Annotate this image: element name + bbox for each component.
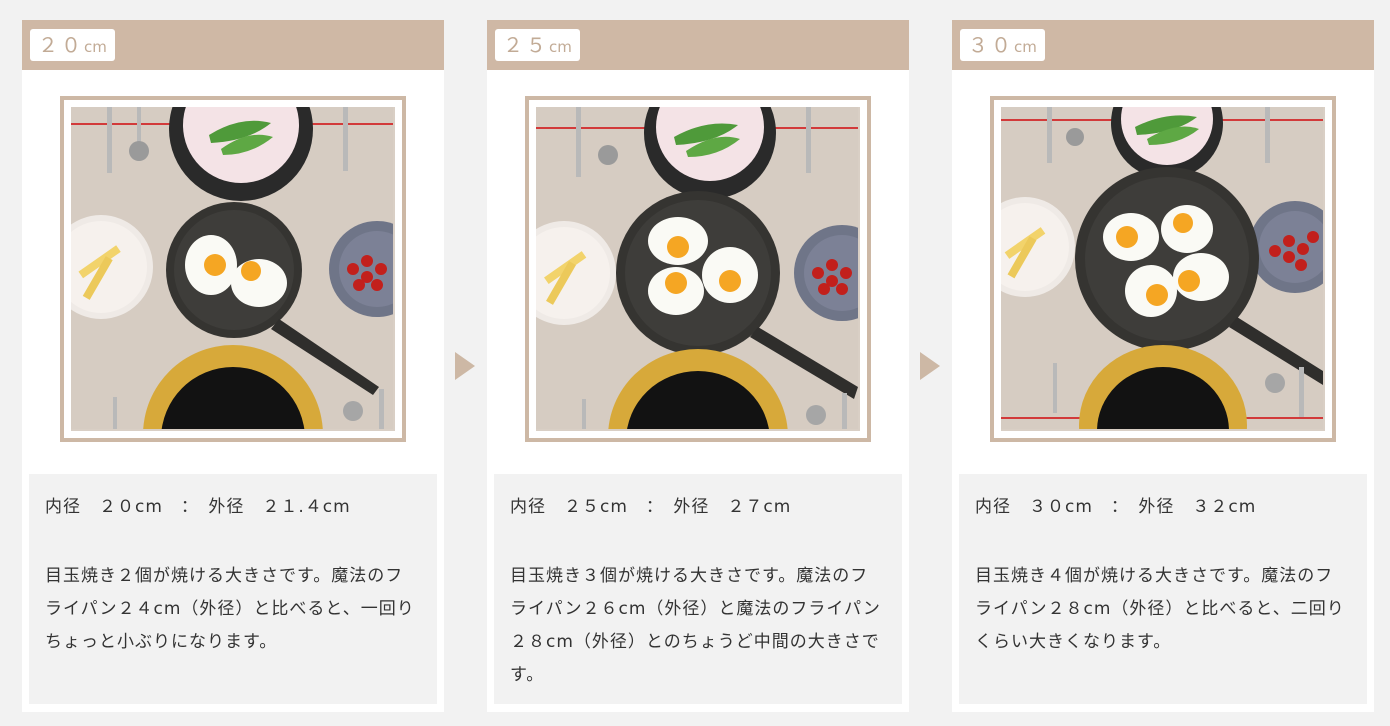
arrow-right-icon bbox=[920, 352, 940, 380]
fry-pan-table-image bbox=[71, 107, 395, 431]
product-photo bbox=[71, 107, 395, 431]
fry-pan-table-image bbox=[1001, 107, 1325, 431]
product-photo bbox=[1001, 107, 1325, 431]
size-number: ２５ bbox=[503, 33, 549, 57]
dimension-text: 内径 ２５cm ： 外径 ２７cm bbox=[510, 497, 792, 517]
dimension-text: 内径 ３０cm ： 外径 ３２cm bbox=[975, 497, 1257, 517]
size-card-25: ２５cm 内径 ２５cm ： 外径 ２７cm 目玉焼き３個が焼ける大きさです。魔… bbox=[487, 20, 909, 712]
description-text: 目玉焼き３個が焼ける大きさです。魔法のフライパン２６cm（外径）と魔法のフライパ… bbox=[510, 566, 881, 685]
card-header: ２０cm bbox=[22, 20, 444, 70]
size-info: 内径 ２５cm ： 外径 ２７cm 目玉焼き３個が焼ける大きさです。魔法のフライ… bbox=[494, 474, 902, 704]
description-text: 目玉焼き４個が焼ける大きさです。魔法のフライパン２８cm（外径）と比べると、二回… bbox=[975, 566, 1345, 652]
product-photo-frame bbox=[525, 96, 871, 442]
arrow-right-icon bbox=[455, 352, 475, 380]
size-unit: cm bbox=[549, 38, 572, 56]
size-unit: cm bbox=[1014, 38, 1037, 56]
size-label: ３０cm bbox=[960, 29, 1045, 61]
size-card-20: ２０cm 内径 ２０cm ： 外径 ２１.４cm 目玉焼き２個が焼ける大きさです… bbox=[22, 20, 444, 712]
size-label: ２５cm bbox=[495, 29, 580, 61]
description-text: 目玉焼き２個が焼ける大きさです。魔法のフライパン２４cm（外径）と比べると、一回… bbox=[45, 566, 415, 652]
product-photo bbox=[536, 107, 860, 431]
dimension-text: 内径 ２０cm ： 外径 ２１.４cm bbox=[45, 497, 351, 517]
size-number: ２０ bbox=[38, 33, 84, 57]
size-card-30: ３０cm 内径 ３０cm ： 外径 ３２cm 目玉焼き４個が焼ける大きさです。魔… bbox=[952, 20, 1374, 712]
size-number: ３０ bbox=[968, 33, 1014, 57]
fry-pan-table-image bbox=[536, 107, 860, 431]
size-info: 内径 ２０cm ： 外径 ２１.４cm 目玉焼き２個が焼ける大きさです。魔法のフ… bbox=[29, 474, 437, 704]
size-unit: cm bbox=[84, 38, 107, 56]
card-header: ３０cm bbox=[952, 20, 1374, 70]
product-photo-frame bbox=[60, 96, 406, 442]
card-header: ２５cm bbox=[487, 20, 909, 70]
size-label: ２０cm bbox=[30, 29, 115, 61]
product-photo-frame bbox=[990, 96, 1336, 442]
size-info: 内径 ３０cm ： 外径 ３２cm 目玉焼き４個が焼ける大きさです。魔法のフライ… bbox=[959, 474, 1367, 704]
